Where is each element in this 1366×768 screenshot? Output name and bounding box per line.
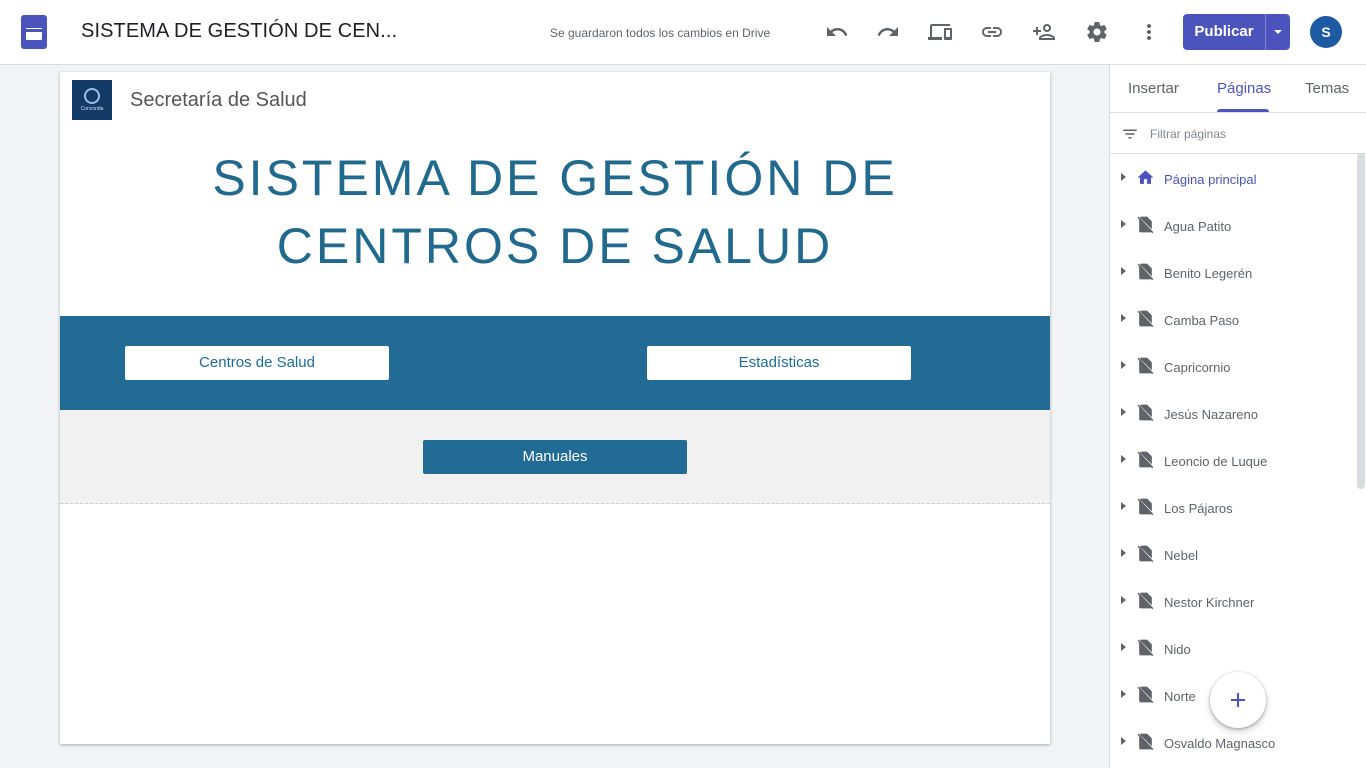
hidden-page-icon (1136, 497, 1155, 516)
tab-temas[interactable]: Temas (1305, 80, 1349, 97)
expand-arrow-icon[interactable] (1121, 549, 1126, 557)
page-list-item-label: Camba Paso (1164, 313, 1240, 328)
preview-devices-icon[interactable] (924, 16, 956, 48)
hero-title-line-1: SISTEMA DE GESTIÓN DE (212, 150, 898, 206)
site-name[interactable]: Secretaría de Salud (130, 89, 307, 112)
publish-button[interactable]: Publicar (1183, 14, 1265, 50)
page-list-item[interactable]: Página principal (1110, 154, 1356, 201)
panel-tabs: Insertar Páginas Temas (1110, 65, 1366, 113)
page-list-item[interactable]: Camba Paso (1110, 295, 1356, 342)
expand-arrow-icon[interactable] (1121, 220, 1126, 228)
expand-arrow-icon[interactable] (1121, 361, 1126, 369)
site-page-canvas: Concordia Secretaría de Salud SISTEMA DE… (60, 72, 1050, 744)
hidden-page-icon (1136, 309, 1155, 328)
hidden-page-icon (1136, 591, 1155, 610)
page-list-item-label: Capricornio (1164, 360, 1231, 375)
page-list-item-label: Nido (1164, 642, 1191, 657)
side-panel: Insertar Páginas Temas Página principal A… (1109, 65, 1366, 768)
expand-arrow-icon[interactable] (1121, 314, 1126, 322)
page-list-item-label: Página principal (1164, 172, 1257, 187)
hidden-page-icon (1136, 732, 1155, 751)
publish-options-dropdown[interactable] (1266, 14, 1290, 50)
page-filter (1110, 113, 1366, 154)
plus-icon (1231, 693, 1245, 707)
blue-section[interactable]: Centros de Salud Estadísticas (60, 316, 1050, 410)
hidden-page-icon (1136, 262, 1155, 281)
hidden-page-icon (1136, 356, 1155, 375)
hidden-page-icon (1136, 215, 1155, 234)
tab-insertar[interactable]: Insertar (1128, 80, 1179, 97)
expand-arrow-icon[interactable] (1121, 408, 1126, 416)
page-list-item-label: Jesús Nazareno (1164, 407, 1258, 422)
top-app-bar: SISTEMA DE GESTIÓN DE CEN... Se guardaro… (0, 0, 1366, 65)
hidden-page-icon (1136, 544, 1155, 563)
page-list-item-label: Osvaldo Magnasco (1164, 736, 1276, 751)
hidden-page-icon (1136, 450, 1155, 469)
publish-button-group: Publicar (1183, 14, 1290, 50)
hidden-page-icon (1136, 685, 1155, 704)
page-list-item[interactable]: Nebel (1110, 530, 1356, 577)
expand-arrow-icon[interactable] (1121, 643, 1126, 651)
page-list-item[interactable]: Capricornio (1110, 342, 1356, 389)
hero-title-line-2: CENTROS DE SALUD (276, 218, 834, 274)
hidden-page-icon (1136, 638, 1155, 657)
account-avatar[interactable]: S (1310, 16, 1342, 48)
page-list-item-label: Benito Legerén (1164, 266, 1253, 281)
settings-icon[interactable] (1081, 16, 1113, 48)
more-vert-icon[interactable] (1133, 16, 1165, 48)
expand-arrow-icon[interactable] (1121, 502, 1126, 510)
page-list-item[interactable]: Leoncio de Luque (1110, 436, 1356, 483)
hidden-page-icon (1136, 403, 1155, 422)
centros-de-salud-button[interactable]: Centros de Salud (125, 346, 389, 380)
page-list-item[interactable]: Jesús Nazareno (1110, 389, 1356, 436)
link-icon[interactable] (976, 16, 1008, 48)
filter-icon (1121, 125, 1139, 143)
caret-down-icon (1274, 30, 1282, 34)
filter-pages-input[interactable] (1150, 124, 1350, 144)
page-list-item-label: Los Pájaros (1164, 501, 1233, 516)
page-list-item-label: Nebel (1164, 548, 1198, 563)
page-list-item[interactable]: Nestor Kirchner (1110, 577, 1356, 624)
active-tab-indicator (1217, 109, 1269, 112)
site-logo-text: Concordia (80, 106, 104, 112)
site-logo[interactable]: Concordia (72, 80, 112, 120)
expand-arrow-icon[interactable] (1121, 737, 1126, 745)
expand-arrow-icon[interactable] (1121, 690, 1126, 698)
expand-arrow-icon[interactable] (1121, 173, 1126, 181)
hero-title[interactable]: SISTEMA DE GESTIÓN DE CENTROS DE SALUD (60, 144, 1050, 280)
redo-icon[interactable] (872, 16, 904, 48)
save-status: Se guardaron todos los cambios en Drive (550, 26, 771, 40)
page-list-item[interactable]: Los Pájaros (1110, 483, 1356, 530)
pages-scrollbar[interactable] (1357, 153, 1365, 489)
tab-paginas[interactable]: Páginas (1217, 80, 1271, 97)
page-list-item[interactable]: Agua Patito (1110, 201, 1356, 248)
share-add-person-icon[interactable] (1028, 16, 1060, 48)
page-list-item[interactable]: Nido (1110, 624, 1356, 671)
expand-arrow-icon[interactable] (1121, 267, 1126, 275)
page-list-item-label: Leoncio de Luque (1164, 454, 1268, 469)
grey-section[interactable]: Manuales (60, 410, 1050, 504)
page-list-item-label: Agua Patito (1164, 219, 1232, 234)
manuales-button[interactable]: Manuales (423, 440, 687, 474)
add-page-button[interactable] (1210, 672, 1266, 728)
page-list-item-label: Nestor Kirchner (1164, 595, 1255, 610)
expand-arrow-icon[interactable] (1121, 596, 1126, 604)
seal-icon (84, 88, 100, 104)
google-sites-logo-icon[interactable] (21, 15, 47, 49)
expand-arrow-icon[interactable] (1121, 455, 1126, 463)
home-icon (1136, 168, 1155, 187)
page-list-item-label: Norte (1164, 689, 1196, 704)
estadisticas-button[interactable]: Estadísticas (647, 346, 911, 380)
page-list-item[interactable]: Benito Legerén (1110, 248, 1356, 295)
document-title[interactable]: SISTEMA DE GESTIÓN DE CEN... (81, 20, 397, 43)
undo-icon[interactable] (821, 16, 853, 48)
